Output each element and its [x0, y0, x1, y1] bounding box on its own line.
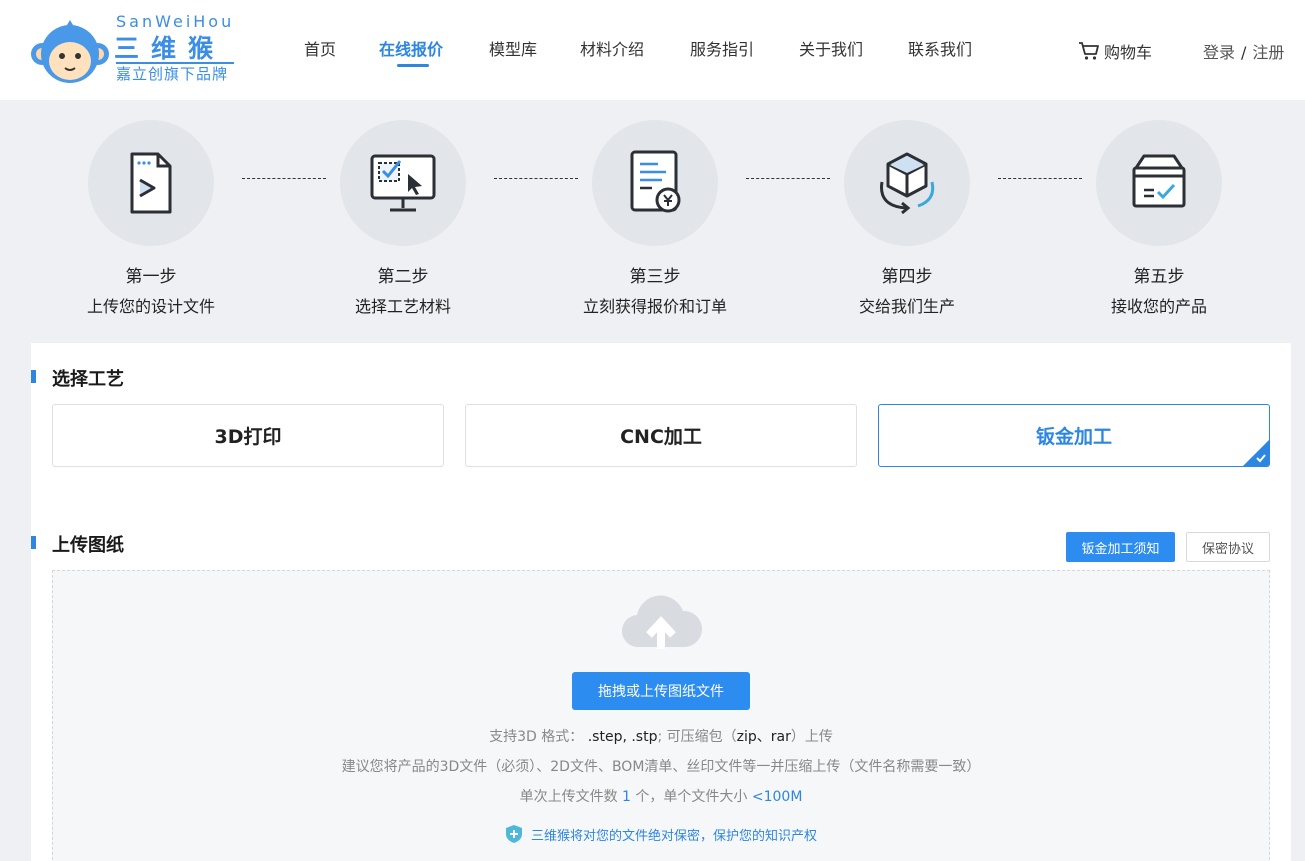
nav-item-online-quote[interactable]: 在线报价 [379, 36, 443, 60]
step-1-title: 第一步 [125, 267, 177, 287]
step-1-icon-circle [88, 120, 214, 246]
process-section-title: 选择工艺 [52, 369, 124, 390]
step-5: 第五步 接收您的产品 [1069, 120, 1249, 317]
step-5-title: 第五步 [1133, 267, 1185, 287]
monitor-select-icon [370, 154, 436, 212]
site-header: SanWeiHou 三维猴 嘉立创旗下品牌 首页 在线报价 模型库 材料介绍 服… [0, 0, 1305, 100]
cart-link[interactable]: 购物车 [1078, 39, 1152, 63]
step-2-title: 第二步 [377, 267, 429, 287]
step-4: 第四步 交给我们生产 [817, 120, 997, 317]
upload-file-button[interactable]: 拖拽或上传图纸文件 [572, 672, 750, 710]
upload-advice: 建议您将产品的3D文件（必须）、2D文件、BOM清单、丝印文件等一并压缩上传（文… [341, 759, 981, 775]
quote-panel: 选择工艺 3D打印 CNC加工 钣金加工 上传图纸 钣金加工须知 保密协议 拖拽… [31, 343, 1291, 861]
delivery-box-icon [1132, 154, 1186, 208]
compress-formats: zip、rar [736, 729, 791, 745]
format-tip: 支持3D 格式： .step, .stp; 可压缩包（zip、rar）上传 [53, 726, 1269, 746]
nav-item-contact[interactable]: 联系我们 [908, 36, 972, 60]
upload-file-icon [130, 152, 172, 214]
quote-document-icon [630, 150, 681, 213]
security-notice: 三维猴将对您的文件绝对保密，保护您的知识产权 [53, 824, 1269, 844]
limit-size: <100M [751, 789, 803, 805]
step-4-icon-circle [844, 120, 970, 246]
cart-label: 购物车 [1104, 43, 1153, 62]
step-1: 第一步 上传您的设计文件 [61, 120, 241, 317]
selected-check-icon [1243, 440, 1269, 466]
upload-dropzone[interactable]: 拖拽或上传图纸文件 支持3D 格式： .step, .stp; 可压缩包（zip… [52, 570, 1270, 861]
auth-separator: / [1241, 43, 1247, 62]
login-link[interactable]: 登录 [1203, 43, 1235, 62]
compress-suffix: ）上传 [790, 729, 833, 745]
cart-icon [1079, 42, 1099, 60]
section-marker [31, 536, 36, 549]
production-cube-icon [880, 152, 935, 215]
process-steps: 第一步 上传您的设计文件 第二步 选择工艺材料 第三步 立刻获得报价和订单 第四… [0, 100, 1305, 340]
nav-item-model-library[interactable]: 模型库 [489, 36, 537, 60]
brand-slogan: 嘉立创旗下品牌 [116, 65, 229, 83]
section-marker [31, 370, 36, 383]
nav-item-about[interactable]: 关于我们 [799, 36, 863, 60]
process-option-sheet-metal[interactable]: 钣金加工 [878, 404, 1270, 467]
shield-icon [505, 825, 522, 843]
monkey-logo-icon [31, 20, 109, 83]
upload-section-title: 上传图纸 [52, 535, 124, 556]
limit-mid: 个，单个文件大小 [635, 789, 748, 805]
format-tip-prefix: 支持3D 格式： [489, 729, 584, 745]
limit-prefix: 单次上传文件数 [519, 789, 618, 805]
process-option-label: 3D打印 [214, 426, 282, 448]
step-2: 第二步 选择工艺材料 [313, 120, 493, 317]
brand-logo[interactable]: SanWeiHou 三维猴 嘉立创旗下品牌 [30, 12, 240, 88]
step-4-desc: 交给我们生产 [858, 297, 955, 316]
upload-limit: 单次上传文件数 1 个，单个文件大小 <100M [53, 786, 1269, 806]
step-5-desc: 接收您的产品 [1110, 297, 1207, 316]
sheet-metal-notice-button[interactable]: 钣金加工须知 [1066, 532, 1175, 562]
format-list: .step, .stp [587, 729, 658, 745]
process-option-cnc[interactable]: CNC加工 [465, 404, 857, 467]
security-notice-text: 三维猴将对您的文件绝对保密，保护您的知识产权 [530, 828, 817, 844]
compress-prefix: ; 可压缩包（ [657, 729, 737, 745]
auth-links: 登录 / 注册 [1203, 39, 1284, 63]
process-option-label: 钣金加工 [1035, 426, 1112, 448]
step-4-title: 第四步 [881, 267, 933, 287]
step-2-icon-circle [340, 120, 466, 246]
nav-item-service-guide[interactable]: 服务指引 [690, 36, 754, 60]
process-option-label: CNC加工 [620, 426, 702, 448]
step-3-title: 第三步 [629, 267, 681, 287]
step-1-desc: 上传您的设计文件 [86, 297, 215, 316]
brand-name-cn: 三维猴 [114, 34, 226, 63]
step-3-icon-circle [592, 120, 718, 246]
nav-item-materials[interactable]: 材料介绍 [580, 36, 644, 60]
nav-active-indicator [397, 64, 429, 67]
step-5-icon-circle [1096, 120, 1222, 246]
register-link[interactable]: 注册 [1252, 43, 1284, 62]
nav-item-home[interactable]: 首页 [304, 36, 336, 60]
limit-count: 1 [622, 789, 631, 805]
process-option-3d-print[interactable]: 3D打印 [52, 404, 444, 467]
privacy-agreement-button[interactable]: 保密协议 [1186, 532, 1270, 562]
step-3-desc: 立刻获得报价和订单 [582, 297, 727, 316]
step-3: 第三步 立刻获得报价和订单 [565, 120, 745, 317]
cloud-upload-icon [621, 595, 703, 649]
step-2-desc: 选择工艺材料 [354, 297, 451, 316]
